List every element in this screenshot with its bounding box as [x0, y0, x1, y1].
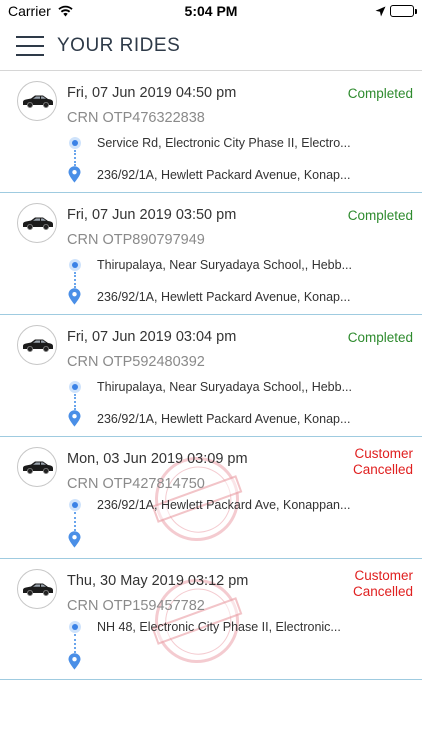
ride-status: Customer Cancelled — [353, 568, 413, 600]
pickup-address: NH 48, Electronic City Phase II, Electro… — [97, 620, 341, 634]
ride-date: Thu, 30 May 2019 03:12 pm — [67, 573, 249, 589]
location-arrow-icon — [375, 4, 386, 20]
car-icon — [23, 583, 53, 596]
ride-crn: CRN OTP427814750 — [67, 476, 205, 492]
ride-status-line1: Customer — [354, 446, 413, 461]
car-icon — [23, 217, 53, 230]
ride-status: Completed — [347, 208, 413, 223]
pickup-dot-icon — [69, 137, 81, 149]
ride-date: Mon, 03 Jun 2019 03:09 pm — [67, 451, 248, 467]
ride-status: Completed — [347, 330, 413, 345]
ride-status-line2: Cancelled — [352, 462, 413, 477]
drop-address: 236/92/1A, Hewlett Packard Avenue, Konap… — [97, 412, 351, 426]
route-line — [74, 150, 76, 166]
drop-address: 236/92/1A, Hewlett Packard Avenue, Konap… — [97, 168, 351, 182]
location-pin-icon — [68, 531, 81, 553]
ride-date: Fri, 07 Jun 2019 03:50 pm — [67, 207, 237, 223]
route-line — [74, 394, 76, 410]
location-pin-icon — [68, 653, 81, 675]
pickup-dot-icon — [69, 381, 81, 393]
ride-list: Fri, 07 Jun 2019 04:50 pm CRN OTP4763228… — [0, 71, 422, 680]
ride-item[interactable]: Fri, 07 Jun 2019 03:50 pm CRN OTP8907979… — [0, 193, 422, 315]
car-avatar — [17, 569, 57, 609]
ride-crn: CRN OTP592480392 — [67, 354, 205, 370]
hamburger-menu-icon[interactable] — [16, 36, 44, 56]
pickup-address: 236/92/1A, Hewlett Packard Ave, Konappan… — [97, 498, 351, 512]
pickup-dot-icon — [69, 259, 81, 271]
ride-crn: CRN OTP476322838 — [67, 110, 205, 126]
ride-date: Fri, 07 Jun 2019 03:04 pm — [67, 329, 237, 345]
ride-status-line2: Cancelled — [352, 584, 413, 599]
car-avatar — [17, 325, 57, 365]
car-avatar — [17, 447, 57, 487]
route-line — [74, 512, 76, 531]
page-title: YOUR RIDES — [57, 35, 181, 56]
pickup-dot-icon — [69, 499, 81, 511]
ride-crn: CRN OTP159457782 — [67, 598, 205, 614]
route-line — [74, 272, 76, 288]
ride-crn: CRN OTP890797949 — [67, 232, 205, 248]
route-line — [74, 634, 76, 653]
car-icon — [23, 95, 53, 108]
ride-item[interactable]: Thu, 30 May 2019 03:12 pm CRN OTP1594577… — [0, 559, 422, 680]
ride-item[interactable]: Fri, 07 Jun 2019 04:50 pm CRN OTP4763228… — [0, 71, 422, 193]
pickup-dot-icon — [69, 621, 81, 633]
status-bar: Carrier 5:04 PM — [0, 0, 422, 22]
clock-time: 5:04 PM — [184, 3, 238, 19]
ride-status: Completed — [347, 86, 413, 101]
ride-date: Fri, 07 Jun 2019 04:50 pm — [67, 85, 237, 101]
ride-status: Customer Cancelled — [353, 446, 413, 478]
app-header: YOUR RIDES — [0, 22, 422, 70]
car-icon — [23, 339, 53, 352]
ride-item[interactable]: Mon, 03 Jun 2019 03:09 pm CRN OTP4278147… — [0, 437, 422, 559]
battery-icon — [390, 5, 417, 17]
location-pin-icon — [68, 166, 81, 188]
location-pin-icon — [68, 410, 81, 432]
ride-status-line1: Customer — [354, 568, 413, 583]
pickup-address: Thirupalaya, Near Suryadaya School,, Heb… — [97, 380, 352, 394]
car-avatar — [17, 81, 57, 121]
car-icon — [23, 461, 53, 474]
pickup-address: Service Rd, Electronic City Phase II, El… — [97, 136, 351, 150]
car-avatar — [17, 203, 57, 243]
ride-item[interactable]: Fri, 07 Jun 2019 03:04 pm CRN OTP5924803… — [0, 315, 422, 437]
drop-address: 236/92/1A, Hewlett Packard Avenue, Konap… — [97, 290, 351, 304]
location-pin-icon — [68, 288, 81, 310]
pickup-address: Thirupalaya, Near Suryadaya School,, Heb… — [97, 258, 352, 272]
